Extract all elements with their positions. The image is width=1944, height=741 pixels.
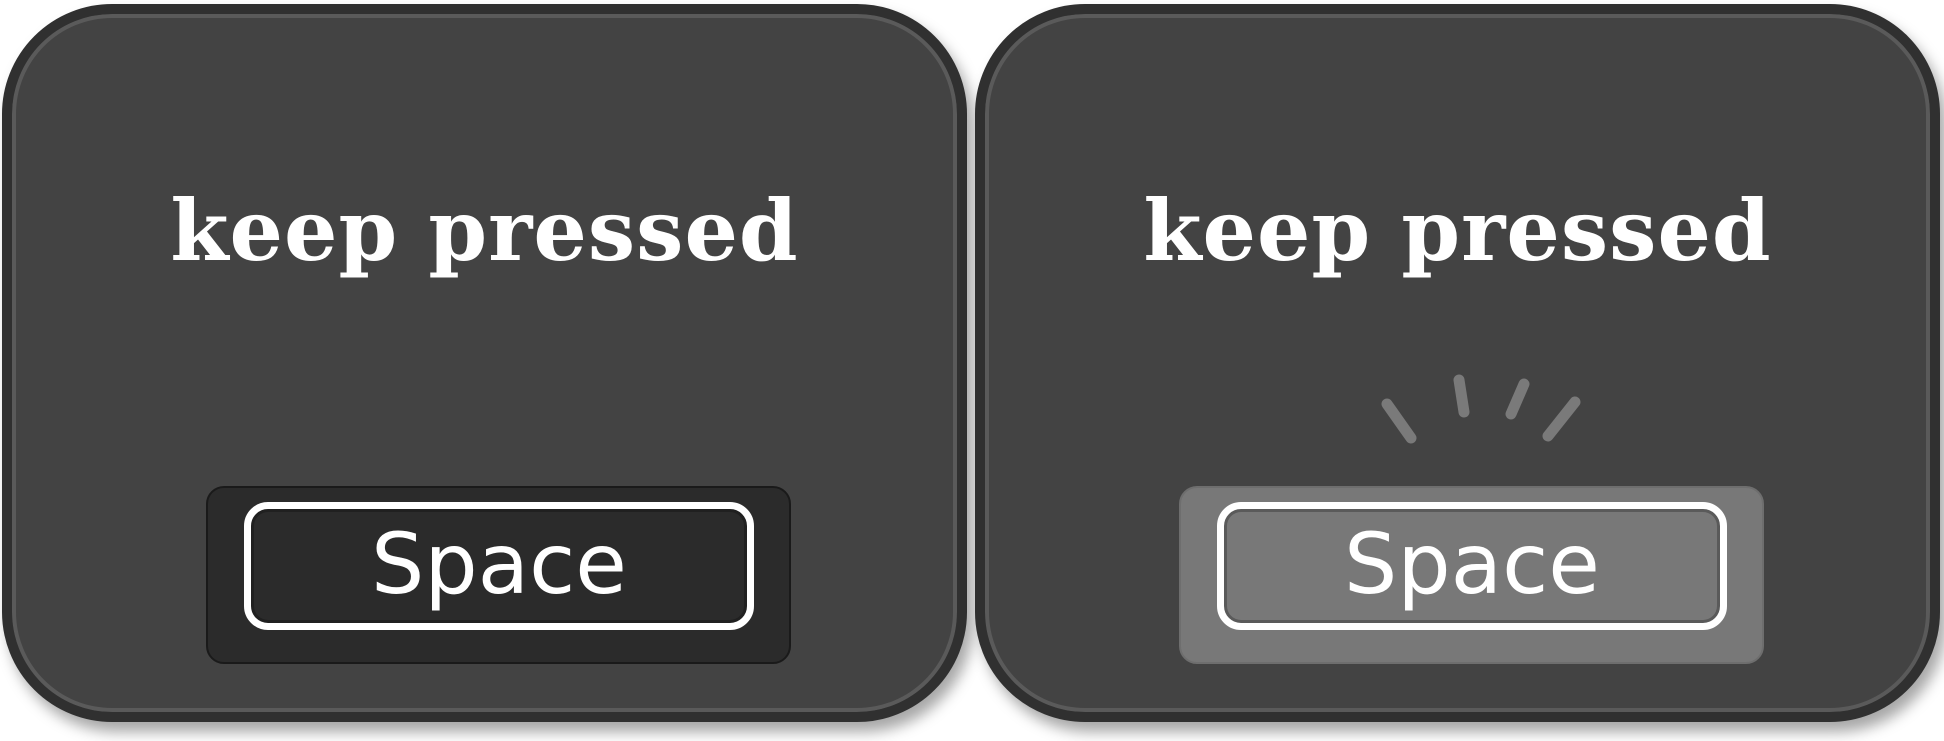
space-key-label: Space xyxy=(371,515,627,613)
space-key-label: Space xyxy=(1344,515,1600,613)
space-key-idle[interactable]: Space xyxy=(206,486,791,664)
press-line-3 xyxy=(1505,378,1530,420)
space-key-cap: Space xyxy=(244,502,754,630)
press-lines-icon xyxy=(1381,374,1581,444)
space-key-pressed[interactable]: Space xyxy=(1179,486,1764,664)
panel-idle: keep pressed Space xyxy=(2,4,967,722)
panel-pressed: keep pressed Space xyxy=(975,4,1940,722)
panel-title: keep pressed xyxy=(1143,181,1772,280)
press-line-1 xyxy=(1381,398,1417,444)
press-line-2 xyxy=(1453,374,1470,418)
space-key-cap: Space xyxy=(1217,502,1727,630)
illustration-stage: keep pressed Space keep pressed Space xyxy=(0,0,1944,741)
press-line-4 xyxy=(1542,396,1581,442)
panel-title: keep pressed xyxy=(170,181,799,280)
